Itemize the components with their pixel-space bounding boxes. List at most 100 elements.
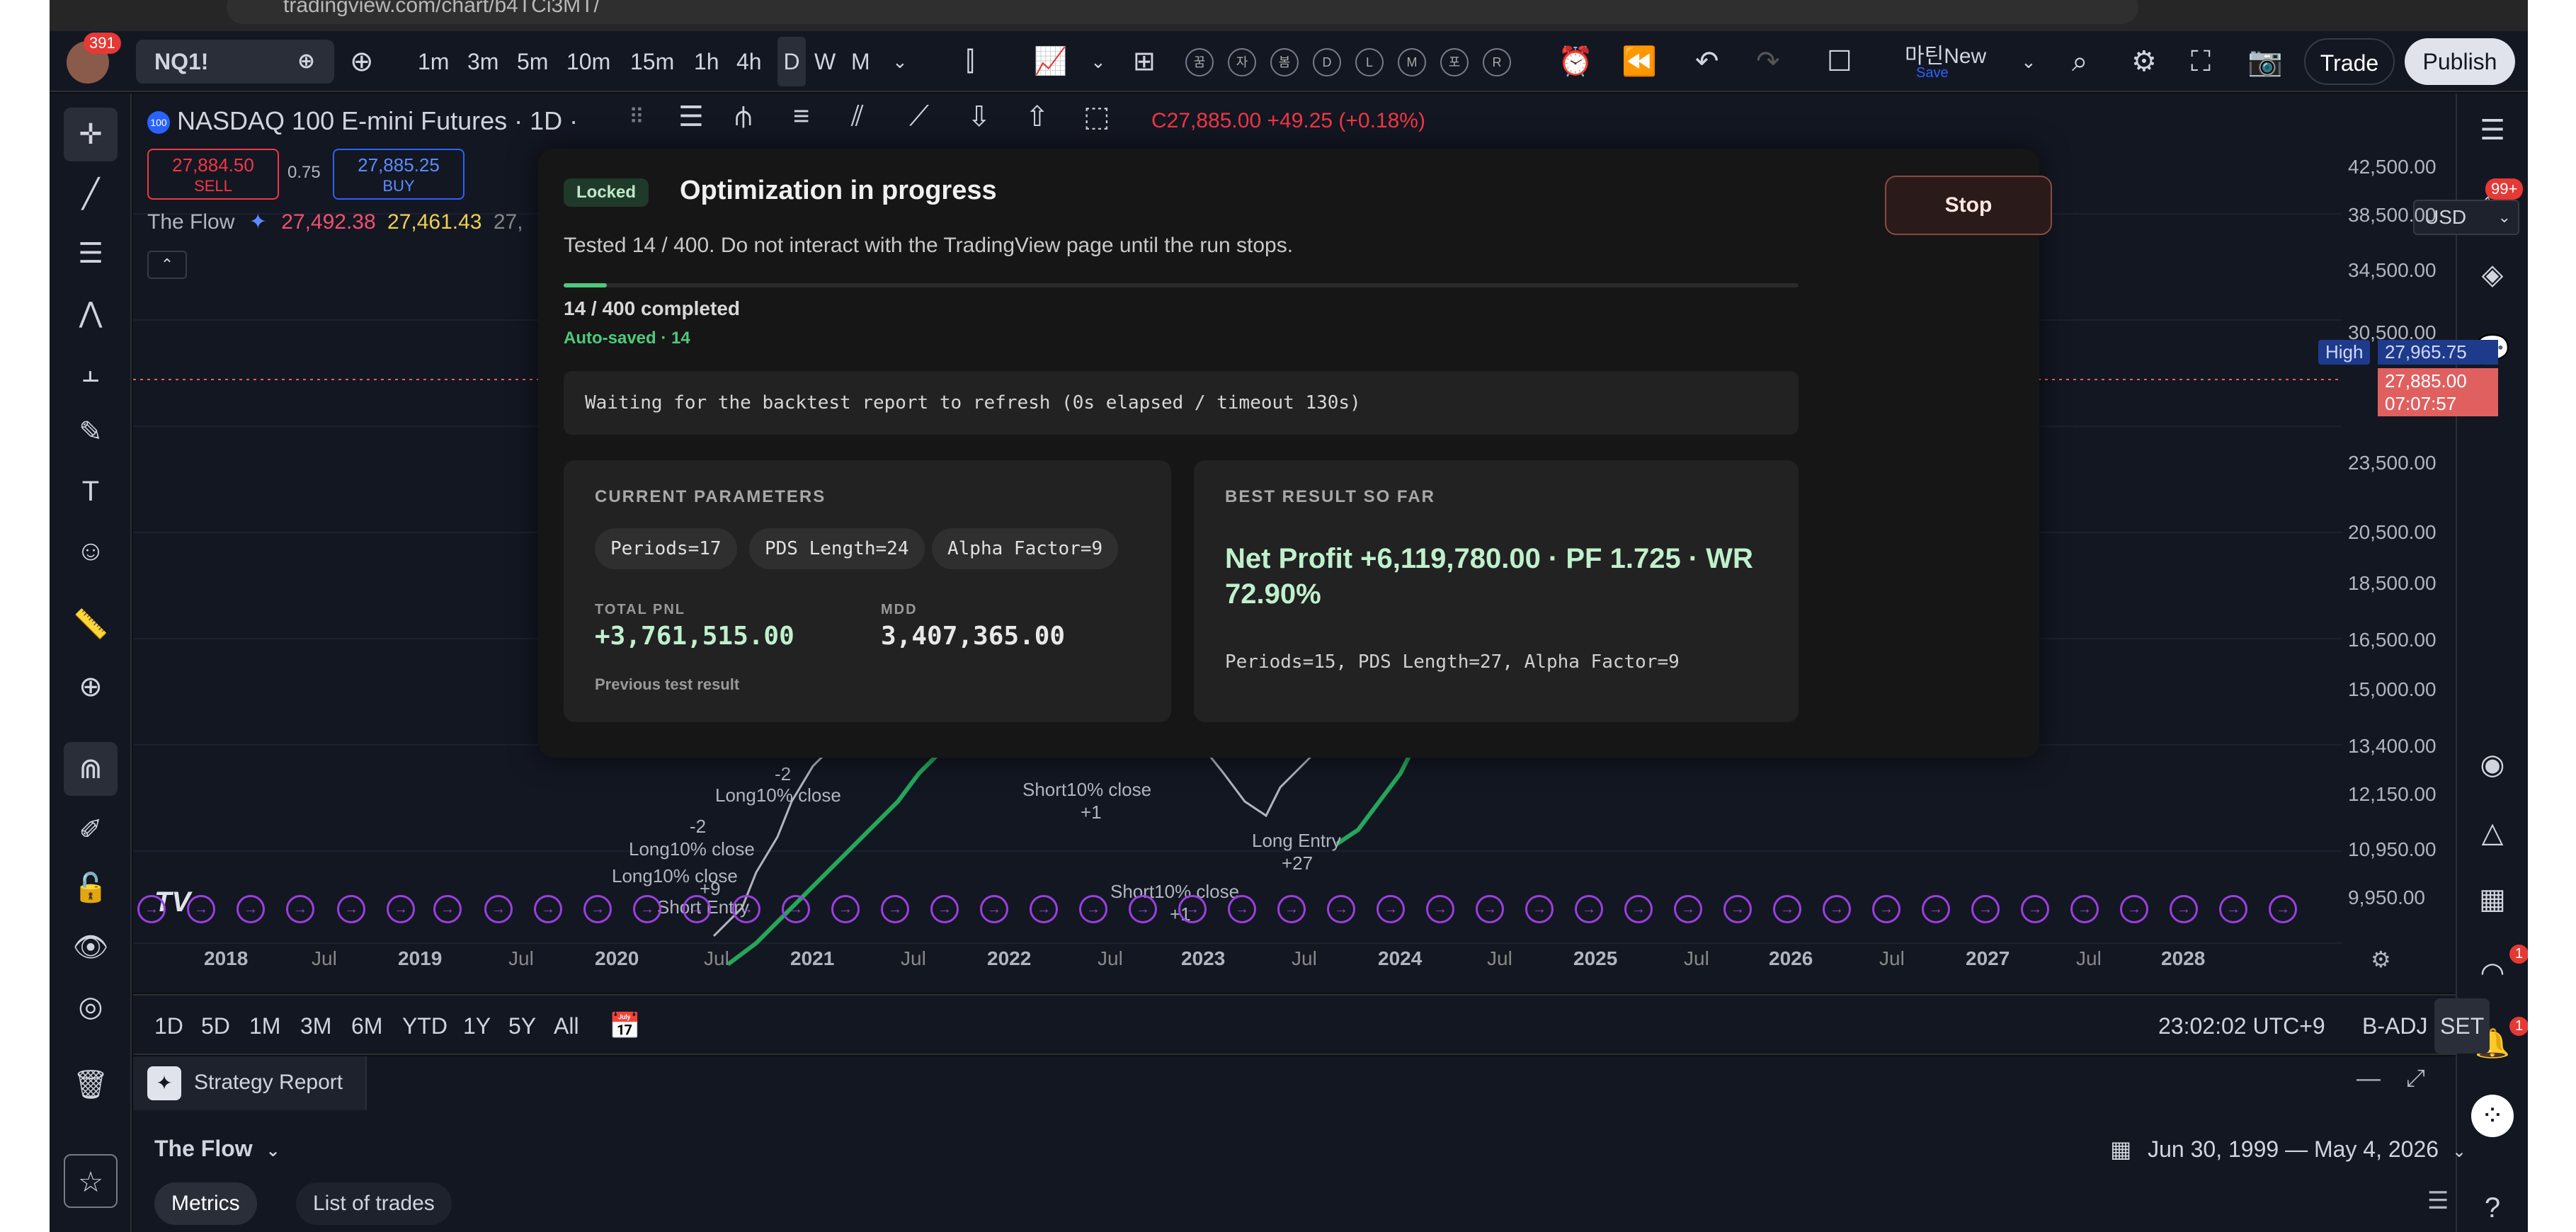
interval-d[interactable]: D [777, 37, 806, 86]
drag-handle-icon[interactable]: ⠿ [629, 105, 644, 130]
tool-channel-icon[interactable]: ≡ [793, 101, 809, 132]
event-marker[interactable]: → [433, 895, 462, 923]
candle-type-icon[interactable]: ⫿ [966, 31, 974, 92]
strategy-report-tab[interactable]: ✦ Strategy Report [133, 1056, 367, 1110]
trash-icon[interactable]: 🗑 [64, 1058, 118, 1112]
event-marker[interactable]: → [1129, 895, 1157, 923]
clock-time[interactable]: 23:02:02 UTC+9 [2158, 996, 2325, 1056]
collapse-legend-icon[interactable]: ⌃ [147, 251, 187, 279]
event-marker[interactable]: → [2219, 895, 2247, 923]
watchlist-icon[interactable]: ☰ [2471, 109, 2514, 152]
watchlist-star-icon[interactable]: ☆ [64, 1154, 118, 1208]
fullscreen-icon[interactable]: ⛶ [2191, 31, 2211, 92]
interval-w[interactable]: W [814, 31, 836, 92]
event-marker[interactable]: → [1377, 895, 1405, 923]
range-ytd[interactable]: YTD [402, 996, 448, 1056]
magnet-icon[interactable]: ⋒ [64, 742, 118, 796]
event-marker[interactable]: → [484, 895, 513, 923]
event-marker[interactable]: → [583, 895, 612, 923]
layout-chevron-icon[interactable]: ⌄ [2021, 31, 2036, 92]
event-marker[interactable]: → [337, 895, 365, 923]
pattern-icon[interactable]: ⋀ [64, 286, 118, 340]
indicators-icon[interactable]: 📈 [1034, 31, 1067, 92]
event-marker[interactable]: → [2269, 895, 2297, 923]
event-marker[interactable]: → [1327, 895, 1355, 923]
chart-legend[interactable]: 100 NASDAQ 100 E-mini Futures · 1D · [147, 106, 578, 136]
compare-add-icon[interactable]: ⊕ [350, 31, 374, 92]
layout-name[interactable]: 마틴New Save [1883, 38, 2011, 85]
trendline-icon[interactable]: ╱ [64, 167, 118, 221]
lock-icon[interactable]: 🔓 [64, 861, 118, 915]
event-marker[interactable]: → [1079, 895, 1107, 923]
event-marker[interactable]: → [2170, 895, 2198, 923]
quick-button-3[interactable]: 봄 [1270, 48, 1299, 76]
event-marker[interactable]: → [1277, 895, 1306, 923]
event-marker[interactable]: → [881, 895, 909, 923]
ruler-icon[interactable]: 📏 [64, 598, 118, 651]
layout-grid-icon[interactable]: ⊞ [1133, 31, 1156, 92]
emoji-icon[interactable]: ☺ [64, 524, 118, 578]
event-marker[interactable]: → [1674, 895, 1702, 923]
symbol-search-input[interactable]: NQ1! ⊕ [136, 40, 334, 84]
quick-search-icon[interactable]: ⌕ [2072, 31, 2087, 92]
triangle-icon[interactable]: △ [2471, 811, 2514, 854]
apps-grid-icon[interactable]: ⁘ [2471, 1095, 2514, 1137]
tool-ray-icon[interactable]: ⫽ [851, 101, 864, 132]
range-1m[interactable]: 1M [249, 996, 280, 1056]
layers-icon[interactable]: ◈ [2471, 253, 2514, 296]
event-marker[interactable]: → [2070, 895, 2099, 923]
symbol-options-icon[interactable]: ⊕ [297, 40, 315, 84]
tool-fixed-range-icon[interactable]: ☰ [678, 101, 704, 133]
event-marker[interactable]: → [1723, 895, 1752, 923]
globe-icon[interactable]: ◎ [64, 980, 118, 1034]
interval-1m[interactable]: 1m [418, 31, 449, 92]
range-3m[interactable]: 3M [300, 996, 331, 1056]
event-marker[interactable]: → [732, 895, 760, 923]
buy-button[interactable]: 27,885.25 BUY [333, 149, 465, 200]
tab-list-of-trades[interactable]: List of trades [296, 1182, 452, 1225]
interval-3m[interactable]: 3m [467, 31, 498, 92]
range-1d[interactable]: 1D [154, 996, 183, 1056]
indicator-settings-icon[interactable]: ✦ [249, 210, 267, 234]
calendar-icon[interactable]: ▦ [2471, 878, 2514, 920]
event-marker[interactable]: → [1773, 895, 1801, 923]
undo-icon[interactable]: ↶ [1695, 31, 1719, 92]
interval-4h[interactable]: 4h [736, 31, 762, 92]
interval-10m[interactable]: 10m [566, 31, 610, 92]
tab-metrics[interactable]: Metrics [154, 1182, 257, 1225]
range-5d[interactable]: 5D [201, 996, 230, 1056]
range-6m[interactable]: 6M [351, 996, 382, 1056]
sell-button[interactable]: 27,884.50 SELL [147, 149, 279, 200]
event-marker[interactable]: → [633, 895, 661, 923]
event-marker[interactable]: → [1624, 895, 1653, 923]
forecast-icon[interactable]: ⫠ [64, 346, 118, 399]
event-marker[interactable]: → [1971, 895, 2000, 923]
indicators-chevron-icon[interactable]: ⌄ [1090, 31, 1106, 92]
tool-line-icon[interactable]: ⟋ [909, 101, 929, 132]
event-marker[interactable]: → [236, 895, 265, 923]
eye-icon[interactable]: 👁 [64, 920, 118, 974]
event-marker[interactable]: → [782, 895, 810, 923]
axis-settings-gear-icon[interactable]: ⚙ [2371, 946, 2391, 973]
trade-button[interactable]: Trade [2304, 38, 2395, 85]
quick-button-8[interactable]: R [1483, 48, 1511, 76]
event-marker[interactable]: → [137, 895, 166, 923]
event-marker[interactable]: → [534, 895, 562, 923]
range-1y[interactable]: 1Y [463, 996, 491, 1056]
event-marker[interactable]: → [1178, 895, 1207, 923]
interval-5m[interactable]: 5m [517, 31, 548, 92]
alert-icon[interactable]: ⏰ [1558, 31, 1593, 92]
event-marker[interactable]: → [1228, 895, 1256, 923]
lock-drawing-icon[interactable]: ✐ [64, 803, 118, 857]
event-marker[interactable]: → [831, 895, 860, 923]
range-5y[interactable]: 5Y [508, 996, 536, 1056]
event-marker[interactable]: → [1426, 895, 1454, 923]
event-marker[interactable]: → [1823, 895, 1851, 923]
interval-m[interactable]: M [851, 31, 870, 92]
snapshot-camera-icon[interactable]: 📷 [2247, 31, 2283, 92]
settings-gear-icon[interactable]: ⚙ [2131, 31, 2157, 92]
goto-date-icon[interactable]: 📅 [609, 996, 641, 1056]
quick-button-2[interactable]: 자 [1228, 48, 1256, 76]
zoom-in-icon[interactable]: ⊕ [64, 660, 118, 714]
layout-box-icon[interactable]: ☐ [1827, 31, 1852, 92]
